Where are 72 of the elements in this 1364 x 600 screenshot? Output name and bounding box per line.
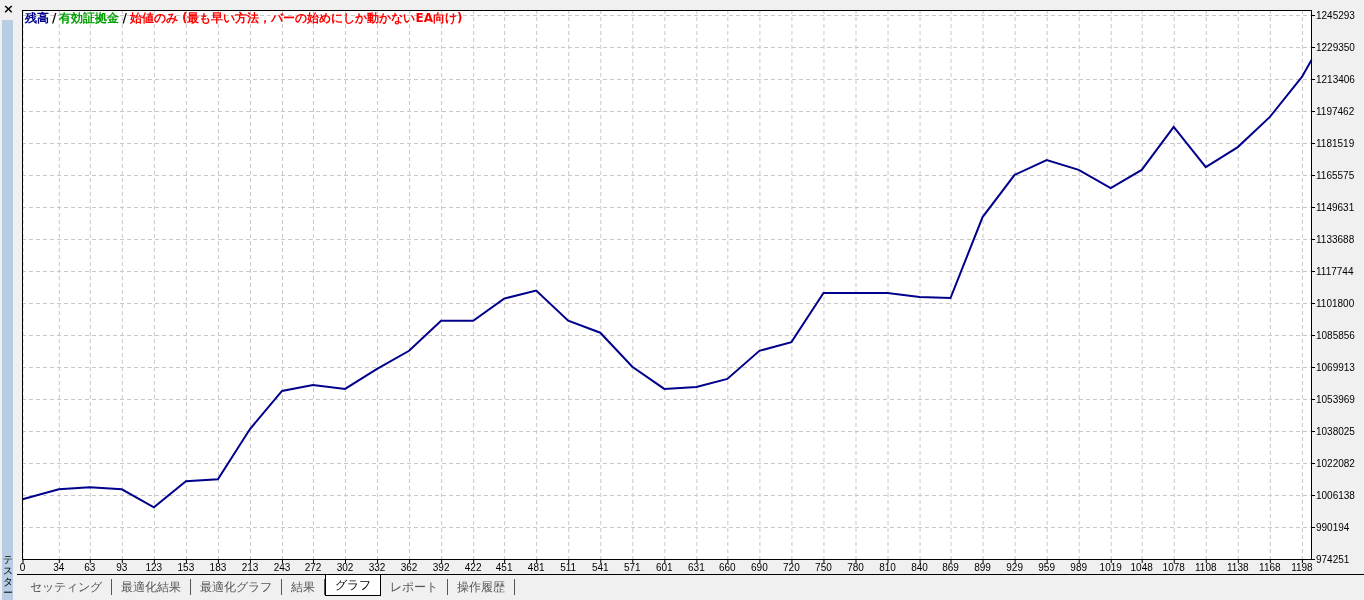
axis-tick-label: 481 [527,562,545,573]
axis-tick-label: 631 [688,562,705,573]
panel-title: テスター [2,554,13,600]
axis-tick-label: 0 [19,562,26,573]
axis-tick-label: 1038025 [1316,426,1355,437]
axis-tick-label: 990194 [1316,522,1350,533]
legend-label: 残高 [25,11,49,25]
axis-tick-label: 93 [116,562,128,573]
close-icon[interactable]: × [3,2,14,16]
axis-tick-label: 1168 [1259,562,1281,573]
legend-label: 有効証拠金 [59,11,120,25]
axis-tick-label: 601 [656,562,673,573]
tab[interactable]: 操作履歴 [448,579,515,595]
axis-tick-label: 451 [495,562,513,573]
axis-tick-label: 183 [209,562,227,573]
axis-tick-label: 810 [879,562,896,573]
axis-tick-label: 1117744 [1316,266,1354,277]
axis-tick-label: 1229350 [1316,42,1355,53]
axis-tick-label: 690 [751,562,768,573]
axis-tick-label: 1108 [1195,562,1217,573]
legend-separator: / [122,11,127,25]
axis-tick-label: 720 [783,562,800,573]
axis-tick-label: 392 [432,562,450,573]
legend-label: 始値のみ (最も早い方法，バーの始めにしか動かないEA向け) [129,11,463,25]
axis-tick-label: 660 [719,562,736,573]
axis-tick-label: 1006138 [1316,490,1355,501]
axis-tick-label: 1069913 [1316,362,1355,373]
axis-tick-label: 302 [336,562,354,573]
axis-tick-label: 153 [177,562,195,573]
axis-tick-label: 63 [84,562,96,573]
axis-tick-label: 123 [145,562,163,573]
axis-tick-label: 34 [53,562,65,573]
axis-tick-label: 422 [464,562,482,573]
axis-tick-label: 899 [974,562,991,573]
axis-tick-label: 1019 [1099,562,1122,573]
axis-tick-label: 1149631 [1316,202,1355,213]
axis-tick-label: 750 [815,562,832,573]
tab[interactable]: セッティング [21,579,112,595]
tab[interactable]: 最適化グラフ [191,579,282,595]
tab[interactable]: 最適化結果 [112,579,191,595]
axis-tick-label: 1181519 [1316,138,1355,149]
axis-tick-label: 974251 [1316,554,1350,565]
axis-tick-label: 1245293 [1316,10,1355,21]
axis-tick-label: 1085856 [1316,330,1355,341]
axis-tick-label: 1078 [1162,562,1185,573]
axis-tick-label: 1053969 [1316,394,1355,405]
axis-tick-label: 780 [847,562,864,573]
axis-tick-label: 1101800 [1316,298,1355,309]
axis-tick-label: 1138 [1227,562,1249,573]
axis-tick-label: 362 [400,562,418,573]
axis-tick-label: 1022082 [1316,458,1355,469]
axis-tick-label: 1197462 [1316,106,1355,117]
axis-tick-label: 243 [273,562,291,573]
axis-tick-label: 869 [942,562,959,573]
axis-tick-label: 1198 [1291,562,1313,573]
axis-tick-label: 272 [304,562,322,573]
axis-tick-label: 332 [368,562,386,573]
axis-tick-label: 571 [623,562,641,573]
tab[interactable]: グラフ [325,574,381,596]
axis-tick-label: 929 [1006,562,1023,573]
axis-tick-label: 1048 [1130,562,1153,573]
axis-tick-label: 213 [241,562,259,573]
axis-tick-label: 989 [1070,562,1088,573]
legend-separator: / [52,11,57,25]
axis-tick-label: 511 [560,562,577,573]
axis-tick-label: 1213406 [1316,74,1355,85]
axis-tick-label: 840 [911,562,928,573]
tab[interactable]: レポート [381,579,448,595]
axis-tick-label: 1165575 [1316,170,1355,181]
axis-tick-label: 959 [1038,562,1055,573]
axis-tick-label: 1133688 [1316,234,1355,245]
axis-tick-label: 541 [591,562,609,573]
